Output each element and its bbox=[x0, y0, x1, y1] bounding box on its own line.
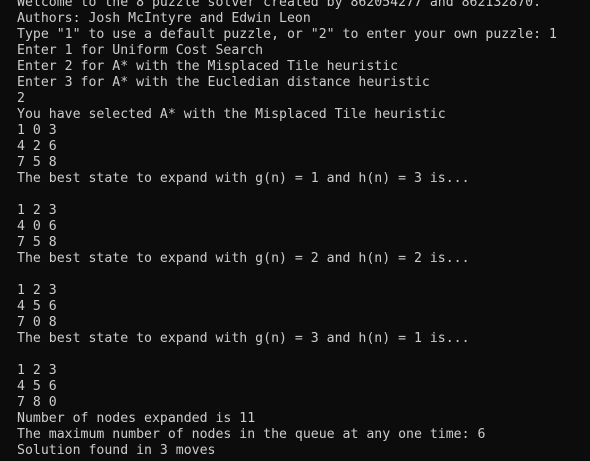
console-line: The best state to expand with g(n) = 2 a… bbox=[17, 251, 470, 266]
console-line: Enter 1 for Uniform Cost Search bbox=[17, 43, 264, 58]
console-window[interactable]: Welcome to the 8 puzzle solver created b… bbox=[0, 0, 590, 461]
console-line: 1 2 3 bbox=[17, 203, 57, 218]
console-line: 7 5 8 bbox=[17, 155, 57, 170]
console-line: The best state to expand with g(n) = 3 a… bbox=[17, 331, 470, 346]
console-line: Type "1" to use a default puzzle, or "2"… bbox=[17, 27, 557, 42]
console-line: Enter 3 for A* with the Eucledian distan… bbox=[17, 75, 430, 90]
console-line: 4 5 6 bbox=[17, 299, 57, 314]
console-line: 1 0 3 bbox=[17, 123, 57, 138]
console-line: Authors: Josh McIntyre and Edwin Leon bbox=[17, 11, 311, 26]
console-line: Solution found in 3 moves bbox=[17, 443, 216, 458]
console-line: 4 5 6 bbox=[17, 379, 57, 394]
console-line: 7 8 0 bbox=[17, 395, 57, 410]
console-line: You have selected A* with the Misplaced … bbox=[17, 107, 446, 122]
console-line: Enter 2 for A* with the Misplaced Tile h… bbox=[17, 59, 399, 74]
console-line: 1 2 3 bbox=[17, 363, 57, 378]
console-line: Welcome to the 8 puzzle solver created b… bbox=[17, 0, 542, 10]
console-line: 4 0 6 bbox=[17, 219, 57, 234]
console-output: Welcome to the 8 puzzle solver created b… bbox=[17, 0, 577, 459]
console-line: 1 2 3 bbox=[17, 283, 57, 298]
console-line: 7 0 8 bbox=[17, 315, 57, 330]
console-line: 7 5 8 bbox=[17, 235, 57, 250]
console-line: Number of nodes expanded is 11 bbox=[17, 411, 256, 426]
console-line: The maximum number of nodes in the queue… bbox=[17, 427, 486, 442]
console-line: 4 2 6 bbox=[17, 139, 57, 154]
console-line: The best state to expand with g(n) = 1 a… bbox=[17, 171, 470, 186]
console-line: 2 bbox=[17, 91, 25, 106]
scrollbar[interactable] bbox=[582, 0, 590, 461]
